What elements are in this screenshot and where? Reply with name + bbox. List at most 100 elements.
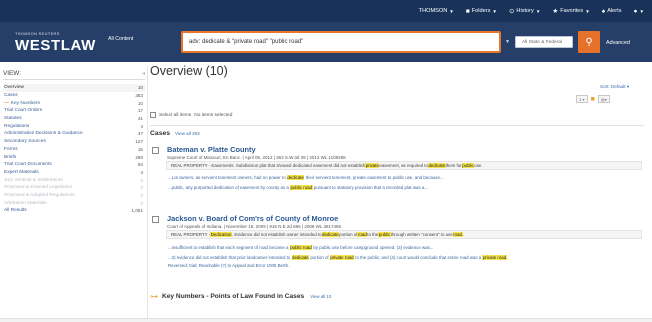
sidebar-item[interactable]: ⊶ Key Numbers 10 (3, 99, 145, 107)
folder-icon: ■ (465, 7, 470, 15)
sidebar-item-count: 17 (137, 108, 143, 114)
select-all-label: Select all items (159, 112, 192, 118)
text-segment: ...Lot owners, as servient tenement owne… (168, 175, 287, 180)
sort-dropdown[interactable]: Sort: Default ▾ (600, 84, 629, 90)
result-title-link[interactable]: Jackson v. Board of Com'rs of County of … (167, 214, 338, 223)
sidebar-item: Jury Verdicts & Settlements 0 (3, 176, 145, 184)
search-term-highlight: public road (289, 245, 313, 250)
text-segment: by public use before campground opened. … (312, 245, 434, 250)
bell-icon: ♠ (601, 7, 606, 15)
sidebar-item[interactable]: Secondary Sources 127 (3, 138, 145, 146)
topnav-user[interactable]: ● ▼ (634, 8, 644, 15)
content-scope-dropdown[interactable]: All Content (108, 36, 133, 42)
topnav-favorites[interactable]: ★ Favorites ▼ (552, 7, 589, 15)
sidebar-item-label-wrap: Secondary Sources (4, 139, 46, 144)
result-citation: Court of Appeals of Indiana. | November … (167, 224, 341, 229)
jurisdiction-selector[interactable]: All State & Federal (515, 36, 573, 48)
view-header: VIEW: ◂ (3, 70, 145, 77)
sidebar-item-count: 84 (137, 162, 143, 168)
result-snippet[interactable]: Reversed; trial; Reachable (?) to Appeal… (168, 263, 289, 268)
sidebar-item[interactable]: Administrative Decisions & Guidance 47 (3, 130, 145, 138)
sidebar-item-label: Statutes (4, 116, 22, 122)
text-segment: . (506, 255, 508, 260)
sidebar-item[interactable]: Cases 363 (3, 92, 145, 100)
key-icon: ⊶ (150, 292, 158, 301)
sidebar-item: Arbitration Materials 0 (3, 199, 145, 207)
page-size-dropdown[interactable]: 1 ▾ (576, 95, 588, 103)
search-input[interactable]: adv: dedicate & "private road" "public r… (181, 31, 501, 53)
search-term-highlight: private road (482, 255, 507, 260)
text-segment: portion of (309, 255, 330, 260)
result-checkbox[interactable] (152, 216, 159, 223)
text-segment: through written "consent" to use (390, 232, 453, 237)
sidebar-item-label-wrap: Briefs (4, 155, 16, 160)
chevron-down-icon: ▼ (585, 8, 590, 14)
result-snippet[interactable]: ...insufficient to establish that each s… (168, 245, 434, 250)
topnav-account-label: THOMSON (418, 8, 448, 14)
result-snippet[interactable]: ...Lot owners, as servient tenement owne… (168, 175, 444, 180)
key-numbers-label: Key Numbers - Points of Law Found in Cas… (162, 293, 305, 300)
search-term-highlight: road (357, 232, 368, 237)
display-options-button[interactable]: ▤▾ (597, 95, 610, 103)
sidebar-item[interactable]: Forms 15 (3, 146, 145, 154)
sidebar-item[interactable]: Overview 10 (3, 84, 145, 92)
result-checkbox[interactable] (152, 147, 159, 154)
result-snippet[interactable]: ...3) evidence did not establish that pr… (168, 255, 508, 260)
text-segment: to the public; and (4) court would concl… (354, 255, 483, 260)
sidebar-item-label-wrap: Administrative Decisions & Guidance (4, 131, 83, 136)
sidebar-item-count: 10 (137, 100, 143, 106)
search-term-highlight: road (452, 232, 463, 237)
sidebar-item[interactable]: All Results 1,051 (3, 207, 145, 215)
search-term-highlight: private (365, 163, 380, 168)
result-item: Bateman v. Platte County Supreme Court o… (150, 145, 644, 203)
key-icon: ⊶ (4, 100, 9, 106)
sidebar-item-label-wrap: Proposed & Adopted Regulations (4, 193, 75, 198)
sidebar-item-label-wrap: Trial Court Orders (4, 108, 42, 113)
sidebar-item-label: All Results (4, 208, 27, 214)
collapse-icon[interactable]: ◂ (142, 70, 145, 77)
sidebar-item-label: Forms (4, 146, 18, 152)
sidebar-item[interactable]: Trial Court Documents 84 (3, 161, 145, 169)
topnav-account[interactable]: THOMSON ▼ (419, 8, 454, 14)
jurisdiction-label: All State & Federal (522, 39, 562, 45)
sidebar-item-label-wrap: Overview (4, 85, 24, 90)
westlaw-logo[interactable]: THOMSON REUTERS WESTLAW (15, 32, 96, 54)
sidebar-item[interactable]: Expert Materials 4 (3, 169, 145, 177)
search-term-highlight: public road (290, 185, 313, 190)
sidebar-item-label: Overview (4, 85, 24, 91)
topnav-history[interactable]: ⊙ History ▼ (509, 7, 540, 15)
sidebar-item[interactable]: Statutes 41 (3, 115, 145, 123)
result-item: Jackson v. Board of Com'rs of County of … (150, 214, 644, 282)
search-query: adv: dedicate & "private road" "public r… (189, 39, 304, 45)
sidebar-item[interactable]: Trial Court Orders 17 (3, 107, 145, 115)
save-to-folder-icon[interactable]: ■ (591, 96, 595, 103)
sidebar-item-label: Proposed & Adopted Regulations (4, 192, 75, 198)
chevron-down-icon: ▼ (492, 8, 497, 14)
advanced-search-link[interactable]: Advanced (606, 40, 630, 46)
page-title: Overview (10) (150, 64, 228, 78)
view-all-cases-link[interactable]: View all 363 (175, 131, 200, 136)
result-title-link[interactable]: Bateman v. Platte County (167, 145, 256, 154)
search-term-highlight: dedicate (291, 255, 310, 260)
no-items-selected-label: No items selected (194, 112, 233, 118)
sidebar-item-label: Proposed & Enacted Legislation (4, 185, 73, 191)
sidebar-item-label-wrap: Arbitration Materials (4, 201, 47, 206)
view-all-key-numbers-link[interactable]: View all 10 (310, 294, 331, 299)
search-button[interactable]: ⚲ (578, 31, 600, 53)
sidebar-item-label: Administrative Decisions & Guidance (4, 131, 83, 137)
result-snippet[interactable]: ...public, any purported dedication of e… (168, 185, 428, 190)
text-segment: pursuant to statutory provision that a r… (312, 185, 428, 190)
result-synopsis: REAL PROPERTY - Dedication. Evidence did… (166, 230, 642, 239)
view-sidebar: VIEW: ◂ Overview 10 Cases 363 ⊶ Key Numbers 10… (0, 66, 148, 318)
search-history-dropdown-icon[interactable]: ▼ (505, 39, 510, 45)
sidebar-item[interactable]: Regulations 4 (3, 122, 145, 130)
sidebar-item-count: 15 (137, 146, 143, 152)
divider (150, 125, 644, 126)
topnav-alerts[interactable]: ♠ Alerts (602, 8, 622, 15)
top-nav-bar: THOMSON ▼ ■ Folders ▼ ⊙ History ▼ ★ Favo… (0, 0, 652, 22)
select-all-checkbox[interactable] (150, 112, 156, 118)
sidebar-item-label: Cases (4, 93, 18, 99)
results-toolbar: 1 ▾ ■ ▤▾ (576, 95, 610, 103)
topnav-folders[interactable]: ■ Folders ▼ (466, 8, 497, 15)
sidebar-item[interactable]: Briefs 280 (3, 153, 145, 161)
